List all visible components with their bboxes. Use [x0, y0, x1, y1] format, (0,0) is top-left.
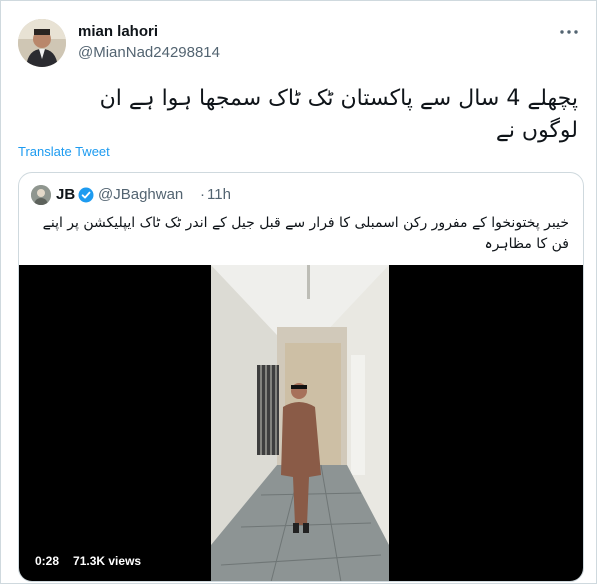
verified-badge-icon: [78, 187, 94, 203]
video-thumbnail[interactable]: [211, 265, 389, 581]
tweet-text-line: لوگوں نے: [495, 118, 578, 143]
author-avatar[interactable]: [18, 19, 66, 67]
author-handle[interactable]: @MianNad24298814: [78, 44, 220, 61]
video-views: 71.3K views: [69, 552, 146, 570]
tweet-text-line: پچھلے 4 سال سے پاکستان ٹک ٹاک سمجھا ہوا …: [99, 86, 578, 111]
quoted-timestamp[interactable]: 11h: [207, 186, 231, 203]
more-dots-icon[interactable]: [558, 21, 580, 43]
quoted-tweet-text: خیبر پختونخوا کے مفرور رکن اسمبلی کا فرا…: [42, 215, 569, 252]
translate-tweet-link[interactable]: Translate Tweet: [18, 144, 110, 159]
author-name[interactable]: mian lahori: [78, 23, 158, 40]
quoted-author-handle[interactable]: @JBaghwan: [98, 186, 183, 203]
quoted-tweet[interactable]: JB @JBaghwan · 11h خیبر پختونخوا کے مفرو…: [18, 172, 584, 582]
tweet-text: پچھلے 4 سال سے پاکستان ٹک ٹاک سمجھا ہوا …: [18, 83, 578, 147]
quoted-avatar[interactable]: [31, 185, 51, 205]
video-player[interactable]: 0:28 71.3K views: [19, 265, 583, 581]
separator-dot: ·: [200, 186, 205, 203]
video-meta: 0:28 71.3K views: [31, 552, 146, 570]
video-duration: 0:28: [31, 552, 64, 570]
tweet-card[interactable]: mian lahori @MianNad24298814 پچھلے 4 سال…: [0, 0, 597, 584]
quoted-author-name[interactable]: JB: [56, 186, 75, 203]
